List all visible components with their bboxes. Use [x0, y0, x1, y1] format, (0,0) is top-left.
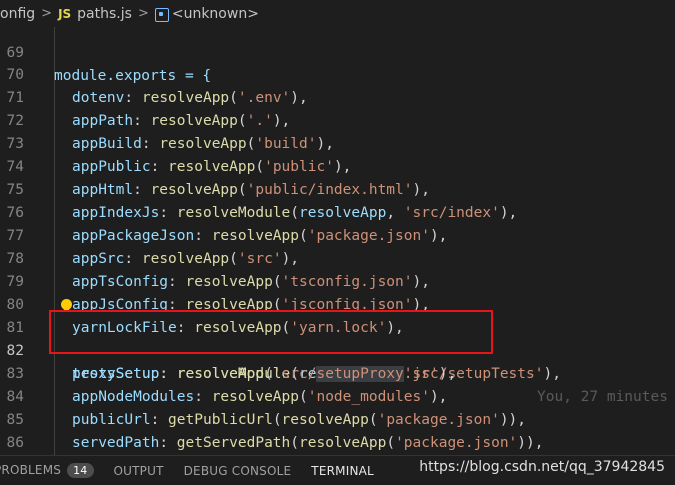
code-line[interactable]: 76 appPackageJson: resolveApp('package.j… — [0, 179, 675, 244]
code-line[interactable]: 71 appPath: resolveApp('.'), — [0, 64, 675, 129]
tab-terminal[interactable]: TERMINAL — [311, 464, 374, 478]
code-line[interactable]: 72 appBuild: resolveApp('build'), — [0, 87, 675, 152]
code-line[interactable]: 85 servedPath: getServedPath(resolveApp(… — [0, 386, 675, 451]
breadcrumb: onfig > JS paths.js > <unknown> — [0, 0, 675, 27]
tab-output[interactable]: OUTPUT — [114, 464, 164, 478]
problems-count-badge: 14 — [67, 463, 94, 478]
code-line[interactable]: 87 — [0, 432, 675, 455]
lightbulb-icon[interactable] — [61, 299, 72, 312]
breadcrumb-symbol[interactable]: <unknown> — [172, 6, 259, 22]
panel-tab-bar: PROBLEMS 14 OUTPUT DEBUG CONSOLE TERMINAL… — [0, 455, 675, 485]
red-highlight-box — [49, 310, 493, 354]
code-line[interactable]: 69 module.exports = { — [0, 27, 675, 84]
chevron-right-icon: > — [137, 6, 149, 21]
javascript-file-icon: JS — [58, 6, 72, 21]
code-line[interactable]: 78 appTsConfig: resolveApp('tsconfig.jso… — [0, 225, 675, 290]
code-line[interactable]: 74 appHtml: resolveApp('public/index.htm… — [0, 133, 675, 198]
tab-problems[interactable]: PROBLEMS 14 — [0, 463, 94, 478]
symbol-object-icon — [154, 7, 169, 22]
code-line[interactable]: 75 appIndexJs: resolveModule(resolveApp,… — [0, 156, 675, 221]
code-line[interactable]: 86 }; — [0, 409, 675, 451]
breadcrumb-file[interactable]: paths.js — [77, 6, 132, 22]
code-line[interactable]: 77 appSrc: resolveApp('src'), — [0, 202, 675, 267]
tab-label: PROBLEMS — [0, 463, 62, 477]
code-line[interactable]: 79 appJsConfig: resolveApp('jsconfig.jso… — [0, 248, 675, 313]
code-line[interactable]: 84 publicUrl: getPublicUrl(resolveApp('p… — [0, 363, 675, 428]
code-editor[interactable]: 69 module.exports = { 70 dotenv: resolve… — [0, 27, 675, 455]
watermark: https://blog.csdn.net/qq_37942845 — [419, 459, 665, 475]
code-line[interactable]: 73 appPublic: resolveApp('public'), — [0, 110, 675, 175]
code-line[interactable]: 80 yarnLockFile: resolveApp('yarn.lock')… — [0, 271, 675, 336]
code-line[interactable]: 70 dotenv: resolveApp('.env'), — [0, 41, 675, 106]
tab-debug-console[interactable]: DEBUG CONSOLE — [184, 464, 292, 478]
breadcrumb-folder[interactable]: onfig — [0, 6, 35, 22]
chevron-right-icon: > — [41, 6, 53, 21]
